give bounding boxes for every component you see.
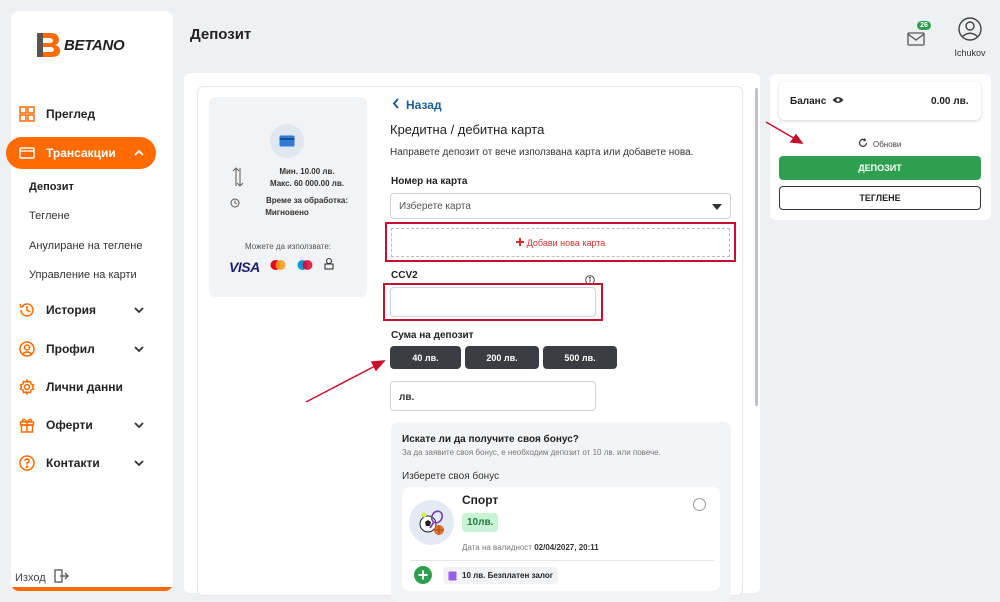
expand-plus-icon[interactable] bbox=[414, 566, 432, 584]
subnav-deposit[interactable]: Депозит bbox=[29, 181, 74, 193]
bonus-choose-label: Изберете своя бонус bbox=[402, 471, 500, 482]
balance-value: 0.00 лв. bbox=[931, 96, 969, 107]
min-amount: Мин. 10.00 лв. bbox=[279, 167, 335, 176]
card-number-label: Номер на карта bbox=[391, 176, 468, 187]
gear-icon bbox=[18, 378, 36, 396]
bonus-amount-badge: 10лв. bbox=[462, 513, 499, 532]
processing-time-label: Време за обработка: bbox=[266, 196, 348, 205]
gift-icon bbox=[18, 416, 36, 434]
amount-40-button[interactable]: 40 лв. bbox=[390, 346, 461, 369]
ccv-label: CCV2 bbox=[391, 270, 418, 281]
chevron-up-icon bbox=[132, 146, 146, 160]
chevron-left-icon bbox=[392, 98, 400, 112]
bonus-note: За да заявите своя бонус, е необходим де… bbox=[402, 448, 661, 457]
card-icon bbox=[18, 144, 36, 162]
info-icon[interactable] bbox=[585, 272, 595, 285]
user-circle-icon bbox=[18, 340, 36, 358]
limits-arrows-icon bbox=[231, 166, 245, 193]
betano-logo[interactable]: BETANO bbox=[34, 28, 126, 62]
history-icon bbox=[18, 301, 36, 319]
sidebar-item-label: Преглед bbox=[46, 107, 96, 121]
chevron-down-icon bbox=[132, 456, 146, 470]
highlight-box-add-card bbox=[385, 222, 736, 262]
user-menu[interactable]: Ichukov bbox=[952, 17, 988, 58]
bonus-question: Искате ли да получите своя бонус? bbox=[402, 434, 579, 445]
sidebar-item-history[interactable]: История bbox=[6, 294, 156, 326]
free-bet-label: 10 лв. Безплатен залог bbox=[462, 571, 554, 580]
grid-icon bbox=[18, 105, 36, 123]
card-select-value: Изберете карта bbox=[399, 201, 471, 212]
sidebar-item-label: Трансакции bbox=[46, 146, 116, 160]
bonus-title: Спорт bbox=[462, 493, 499, 507]
page-title: Депозит bbox=[190, 26, 252, 43]
amount-200-button[interactable]: 200 лв. bbox=[465, 346, 539, 369]
sidebar-item-profile[interactable]: Профил bbox=[6, 333, 156, 365]
back-link[interactable]: Назад bbox=[392, 98, 442, 112]
mastercard-logo-icon bbox=[269, 258, 287, 276]
balance-label: Баланс bbox=[790, 96, 827, 107]
mail-count-badge: 26 bbox=[917, 21, 931, 30]
logout-icon bbox=[53, 569, 70, 586]
sidebar-item-label: Контакти bbox=[46, 456, 100, 470]
processing-time-value: Мигновено bbox=[265, 208, 309, 217]
help-icon bbox=[18, 454, 36, 472]
logo-text: BETANO bbox=[64, 36, 125, 54]
refresh-label: Обнови bbox=[873, 139, 902, 149]
refresh-button[interactable]: Обнови bbox=[858, 138, 901, 150]
avatar-icon bbox=[958, 17, 982, 46]
chevron-down-icon bbox=[132, 418, 146, 432]
betano-logo-mark-icon bbox=[34, 30, 62, 60]
deposit-button[interactable]: ДЕПОЗИТ bbox=[779, 156, 981, 180]
logout-label: Изход bbox=[15, 571, 46, 584]
maestro-logo-icon bbox=[296, 258, 314, 276]
sidebar-item-label: История bbox=[46, 303, 97, 317]
deposit-amount-label: Сума на депозит bbox=[391, 330, 474, 341]
accepted-methods-label: Можете да използвате: bbox=[245, 242, 331, 251]
subnav-withdraw[interactable]: Теглене bbox=[29, 210, 70, 222]
sport-balls-icon bbox=[409, 500, 454, 545]
validity-label: Дата на валидност bbox=[462, 543, 532, 552]
highlight-box-ccv bbox=[383, 283, 603, 321]
logout-link[interactable]: Изход bbox=[15, 567, 70, 588]
credit-card-icon bbox=[270, 124, 304, 158]
chevron-down-icon bbox=[132, 342, 146, 356]
sidebar-item-label: Оферти bbox=[46, 418, 93, 432]
ticket-icon bbox=[448, 571, 457, 583]
sidebar-item-transactions[interactable]: Трансакции bbox=[6, 137, 156, 169]
sidebar-item-personal-data[interactable]: Лични данни bbox=[6, 371, 156, 403]
eye-icon[interactable] bbox=[832, 96, 844, 107]
card-select[interactable]: Изберете карта bbox=[390, 193, 731, 219]
divider bbox=[410, 560, 714, 561]
scrollbar-thumb[interactable] bbox=[755, 88, 758, 406]
refresh-icon bbox=[858, 138, 868, 150]
sidebar-item-contacts[interactable]: Контакти bbox=[6, 447, 156, 479]
free-bet-tag: 10 лв. Безплатен залог bbox=[443, 567, 559, 584]
method-title: Кредитна / дебитна карта bbox=[390, 122, 545, 137]
caret-down-icon bbox=[712, 204, 722, 210]
subnav-cancel-withdraw[interactable]: Анулиране на теглене bbox=[29, 240, 143, 252]
amount-input[interactable]: лв. bbox=[390, 381, 596, 411]
amount-500-button[interactable]: 500 лв. bbox=[543, 346, 617, 369]
max-amount: Макс. 60 000.00 лв. bbox=[269, 179, 345, 188]
chevron-down-icon bbox=[132, 303, 146, 317]
sidebar-item-offers[interactable]: Оферти bbox=[6, 409, 156, 441]
visa-logo: VISA bbox=[229, 258, 260, 275]
back-label: Назад bbox=[406, 98, 442, 112]
validity-date: 02/04/2027, 20:11 bbox=[534, 543, 599, 552]
method-description: Направете депозит от вече използвана кар… bbox=[390, 147, 694, 158]
sidebar-item-label: Лични данни bbox=[46, 380, 123, 394]
card-brand-logo-icon bbox=[323, 257, 335, 276]
username: Ichukov bbox=[954, 48, 986, 58]
sidebar-item-label: Профил bbox=[46, 342, 95, 356]
payment-logos: VISA bbox=[229, 257, 335, 276]
sidebar-item-overview[interactable]: Преглед bbox=[6, 98, 156, 130]
subnav-manage-cards[interactable]: Управление на карти bbox=[29, 269, 137, 281]
bonus-radio[interactable] bbox=[693, 498, 706, 511]
withdraw-button[interactable]: ТЕГЛЕНЕ bbox=[779, 186, 981, 210]
bonus-validity: Дата на валидност 02/04/2027, 20:11 bbox=[462, 543, 599, 552]
balance-label-row: Баланс bbox=[790, 96, 844, 107]
